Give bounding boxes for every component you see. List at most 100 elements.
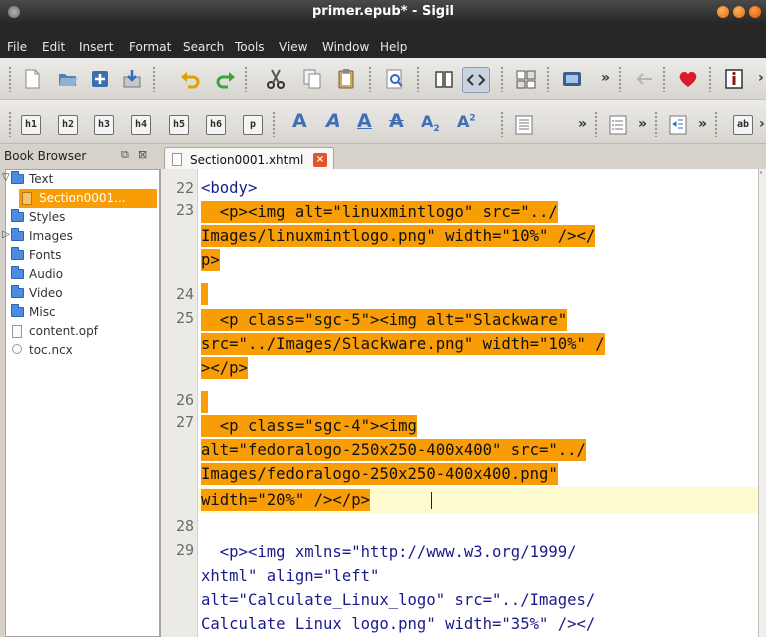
vertical-scrollbar[interactable]: ˄ [758, 169, 766, 637]
toolbar-overflow-icon[interactable]: » [638, 116, 647, 132]
copy-icon[interactable] [300, 67, 324, 91]
toolbar-overflow-icon[interactable]: » [578, 116, 587, 132]
code-editor[interactable]: 22 23 24 25 26 27 28 29 <body> <p><img a… [160, 169, 758, 637]
toolbar-overflow-icon[interactable]: › [759, 116, 765, 132]
tab-bar: Section0001.xhtml × [160, 144, 766, 172]
toolbar-grip[interactable] [662, 66, 666, 92]
float-panel-icon[interactable]: ⧉ [121, 148, 129, 162]
paste-icon[interactable] [334, 67, 358, 91]
split-view-icon[interactable] [514, 67, 538, 91]
toolbar-overflow-icon[interactable]: » [698, 116, 707, 132]
menu-help[interactable]: Help [380, 40, 407, 54]
code-line: <p><img xmlns="http://www.w3.org/1999/ [201, 543, 577, 561]
save-icon[interactable] [120, 67, 144, 91]
menu-format[interactable]: Format [129, 40, 171, 54]
tree-file-section0001[interactable]: Section0001... [19, 189, 157, 208]
folder-icon [11, 247, 24, 260]
heading-4-button[interactable]: h4 [131, 115, 152, 135]
toolbar-overflow-icon[interactable]: › [758, 70, 764, 86]
underline-icon[interactable]: A [357, 110, 372, 132]
toolbar-grip[interactable] [546, 66, 550, 92]
toolbar-grip[interactable] [8, 111, 12, 137]
strikethrough-icon[interactable]: A [389, 110, 404, 132]
heading-5-button[interactable]: h5 [169, 115, 190, 135]
main-toolbar: » › [0, 58, 766, 100]
code-line: <body> [201, 179, 258, 197]
book-view-icon[interactable] [432, 67, 456, 91]
text-ab-button[interactable]: ab [733, 115, 754, 135]
menu-window[interactable]: Window [322, 40, 369, 54]
toolbar-grip[interactable] [152, 66, 156, 92]
minimize-icon[interactable] [717, 6, 729, 18]
code-view-icon[interactable] [462, 67, 490, 93]
book-browser-title: Book Browser [4, 149, 87, 163]
toolbar-grip[interactable] [368, 66, 372, 92]
folder-icon [11, 266, 24, 279]
expand-icon[interactable]: ▽ [2, 172, 10, 183]
text-caret [431, 492, 432, 509]
line-number-gutter: 22 23 24 25 26 27 28 29 [161, 169, 198, 637]
line-number: 28 [175, 517, 194, 535]
line-number: 22 [175, 179, 194, 197]
code-line-selected: ></p> [201, 357, 248, 379]
undo-icon[interactable] [178, 67, 202, 91]
align-justify-icon[interactable] [512, 113, 536, 137]
menu-view[interactable]: View [279, 40, 307, 54]
menu-insert[interactable]: Insert [79, 40, 113, 54]
line-number: 26 [175, 391, 194, 409]
menu-tools[interactable]: Tools [235, 40, 265, 54]
toolbar-grip[interactable] [272, 111, 276, 137]
close-icon[interactable] [749, 6, 761, 18]
menu-edit[interactable]: Edit [42, 40, 65, 54]
book-browser-tree: ▽ Text Section0001... Styles ▷ Images Font… [2, 169, 160, 637]
heading-2-button[interactable]: h2 [58, 115, 79, 135]
code-line-selected [201, 283, 208, 305]
add-file-icon[interactable] [88, 67, 112, 91]
open-folder-icon[interactable] [56, 67, 80, 91]
new-file-icon[interactable] [20, 67, 44, 91]
bullet-list-icon[interactable] [606, 113, 630, 137]
menu-file[interactable]: File [7, 40, 27, 54]
cut-icon[interactable] [264, 67, 288, 91]
redo-icon[interactable] [214, 67, 238, 91]
info-icon[interactable] [722, 67, 746, 91]
toolbar-grip[interactable] [654, 111, 658, 137]
heading-6-button[interactable]: h6 [206, 115, 227, 135]
back-icon[interactable] [632, 67, 656, 91]
superscript-icon[interactable]: A2 [457, 112, 476, 131]
toolbar-grip[interactable] [618, 66, 622, 92]
insert-image-icon[interactable] [560, 67, 584, 91]
toolbar-grip[interactable] [500, 66, 504, 92]
paragraph-button[interactable]: p [243, 115, 263, 135]
toolbar-grip[interactable] [708, 66, 712, 92]
toolbar-grip[interactable] [714, 111, 718, 137]
toolbar-grip[interactable] [244, 66, 248, 92]
close-panel-icon[interactable]: ⊠ [138, 148, 147, 161]
italic-icon[interactable]: A [326, 110, 341, 132]
heart-icon[interactable] [676, 67, 700, 91]
scroll-up-icon[interactable]: ˄ [759, 171, 763, 180]
folder-icon [11, 285, 24, 298]
toolbar-grip[interactable] [594, 111, 598, 137]
tab-label: Section0001.xhtml [190, 153, 304, 167]
file-icon [12, 325, 22, 338]
bold-icon[interactable]: A [292, 110, 307, 132]
toolbar-overflow-icon[interactable]: » [601, 70, 610, 86]
toolbar-grip[interactable] [416, 66, 420, 92]
toolbar-grip[interactable] [8, 66, 12, 92]
collapse-icon[interactable]: ▷ [2, 229, 10, 240]
folder-icon [11, 228, 24, 241]
heading-1-button[interactable]: h1 [21, 115, 42, 135]
toolbar-grip[interactable] [500, 111, 504, 137]
scrollbar-thumb[interactable] [759, 169, 766, 637]
heading-3-button[interactable]: h3 [94, 115, 115, 135]
find-icon[interactable] [383, 67, 407, 91]
folder-icon [11, 209, 24, 222]
maximize-icon[interactable] [733, 6, 745, 18]
menu-search[interactable]: Search [183, 40, 224, 54]
decrease-indent-icon[interactable] [666, 113, 690, 137]
close-tab-icon[interactable]: × [313, 153, 327, 167]
code-line-selected [201, 391, 208, 413]
line-number: 29 [175, 541, 194, 559]
subscript-icon[interactable]: A2 [421, 112, 440, 134]
